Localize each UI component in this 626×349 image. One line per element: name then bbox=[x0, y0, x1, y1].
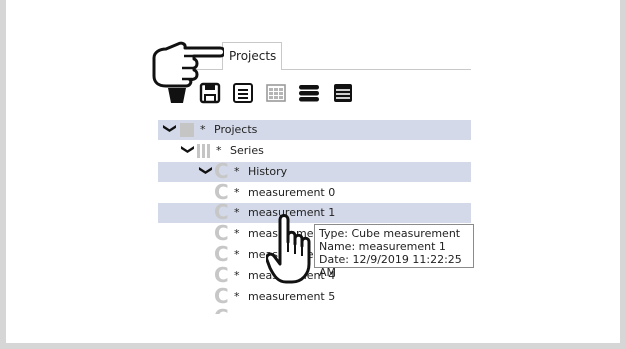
modified-marker: * bbox=[234, 186, 240, 199]
rows-icon[interactable] bbox=[332, 82, 354, 104]
series-icon bbox=[197, 144, 210, 158]
tab-projects[interactable]: Projects bbox=[222, 42, 282, 70]
cube-icon: C bbox=[214, 284, 229, 308]
tree-node-label: Projects bbox=[214, 123, 258, 136]
tree-node-label: measurement 0 bbox=[248, 186, 336, 199]
chevron-down-icon[interactable]: ❯ bbox=[195, 165, 215, 179]
tab-label: Projects bbox=[229, 49, 277, 63]
tree-node-measurement[interactable]: C * measurement 5 bbox=[158, 284, 471, 308]
pointing-hand-icon bbox=[152, 41, 224, 88]
tooltip-type: Type: Cube measurement bbox=[319, 227, 461, 240]
tree-node-label: Series bbox=[230, 144, 264, 157]
hand-cursor-icon bbox=[266, 214, 311, 284]
project-icon bbox=[180, 123, 194, 137]
modified-marker: * bbox=[234, 290, 240, 303]
chevron-down-icon[interactable]: ❯ bbox=[177, 144, 197, 158]
tree-node-measurement[interactable]: C * measurement 0 bbox=[158, 180, 471, 204]
modified-marker: * bbox=[234, 269, 240, 282]
modified-marker: * bbox=[216, 144, 222, 157]
chevron-down-icon[interactable]: ❯ bbox=[159, 123, 179, 137]
modified-marker: * bbox=[234, 165, 240, 178]
list-icon[interactable] bbox=[232, 82, 254, 104]
tree-node-label: History bbox=[248, 165, 288, 178]
modified-marker: * bbox=[234, 248, 240, 261]
tooltip-date: Date: 12/9/2019 11:22:25 AM bbox=[319, 253, 462, 279]
tree-node-projects[interactable]: ❯ * Projects bbox=[158, 120, 471, 140]
tooltip-name: Name: measurement 1 bbox=[319, 240, 446, 253]
modified-marker: * bbox=[200, 123, 206, 136]
tree-node-partial: C bbox=[158, 308, 471, 314]
grid-icon[interactable] bbox=[265, 82, 287, 104]
modified-marker: * bbox=[234, 206, 240, 219]
frame-border bbox=[0, 343, 626, 349]
modified-marker: * bbox=[234, 227, 240, 240]
tree-node-label: measurement 5 bbox=[248, 290, 336, 303]
tooltip: Type: Cube measurement Name: measurement… bbox=[314, 224, 474, 279]
database-icon[interactable] bbox=[298, 82, 320, 104]
tree-node-history[interactable]: ❯ C * History bbox=[158, 159, 471, 183]
cube-icon: C bbox=[214, 308, 229, 314]
tree-node-series[interactable]: ❯ * Series bbox=[158, 141, 471, 161]
tab-divider bbox=[282, 69, 471, 70]
